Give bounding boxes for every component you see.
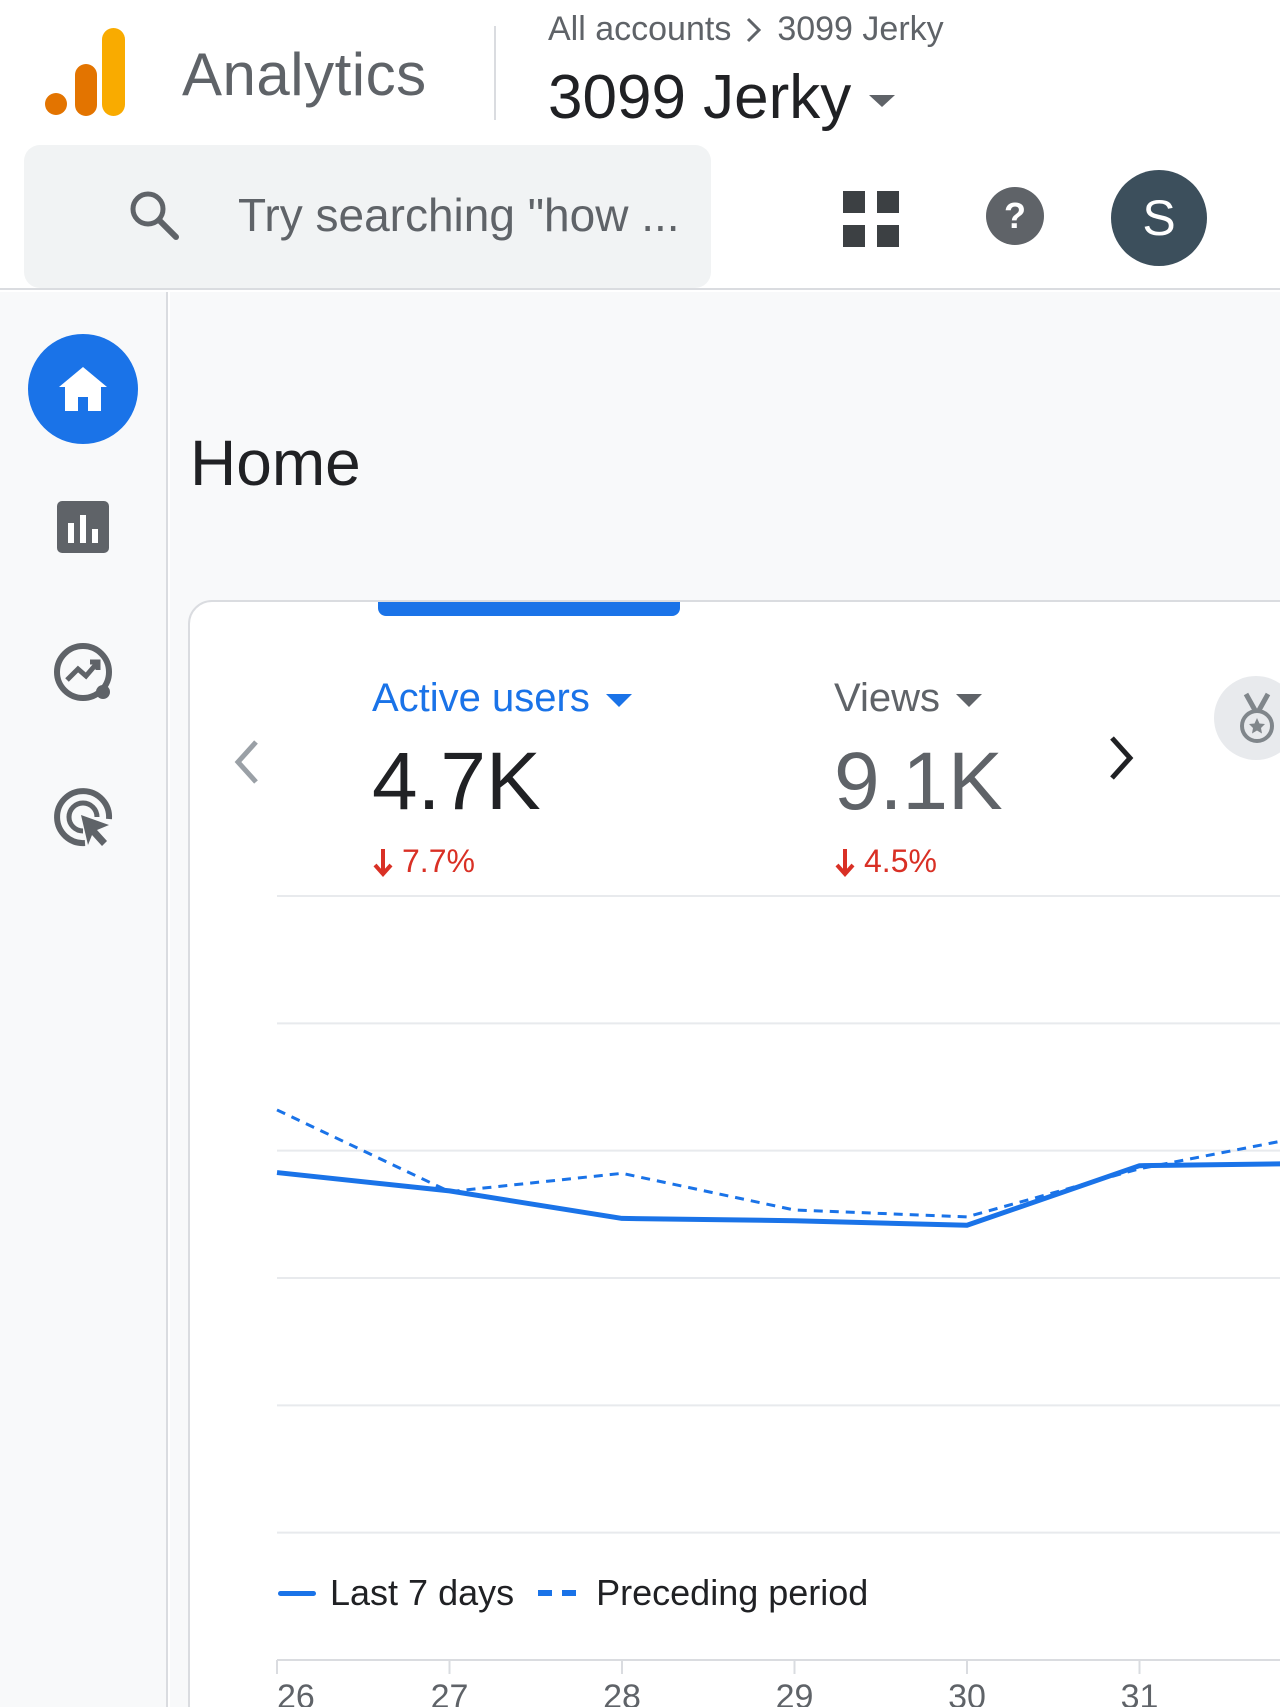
medal-icon xyxy=(1240,692,1274,743)
metric-label: Views xyxy=(834,676,1003,721)
metric-delta: 4.5% xyxy=(834,843,1003,880)
metric-value: 4.7K xyxy=(372,736,541,827)
x-tick-label: 28 xyxy=(603,1678,641,1707)
top-app-bar: Analytics All accounts 3099 Jerky 3099 J… xyxy=(0,0,1280,290)
search-bar[interactable] xyxy=(24,145,711,288)
caret-down-icon xyxy=(955,694,982,707)
metric-label-text: Active users xyxy=(372,676,590,720)
metric-delta: 7.7% xyxy=(372,843,632,880)
arrow-down-icon xyxy=(835,848,855,877)
metric-label: Active users xyxy=(372,676,632,721)
x-tick-label: 27 xyxy=(431,1678,469,1707)
apps-grid-icon[interactable] xyxy=(838,186,904,252)
metric-active-users[interactable]: Active users 4.7K 7.7% xyxy=(372,676,632,880)
caret-down-icon xyxy=(605,694,632,707)
series-line-preceding-period xyxy=(276,1108,1280,1219)
navigation-rail xyxy=(0,292,168,1707)
arrow-down-icon xyxy=(373,848,393,877)
explore-trend-icon xyxy=(54,643,112,701)
metric-delta-text: 4.5% xyxy=(864,843,937,879)
svg-text:?: ? xyxy=(1004,195,1026,236)
legend-current: Last 7 days xyxy=(330,1572,515,1613)
account-picker[interactable]: 3099 Jerky xyxy=(548,62,896,133)
search-icon xyxy=(130,191,179,240)
analytics-logo-icon xyxy=(45,28,125,116)
bar-chart-icon xyxy=(57,501,109,553)
x-tick-label: 26 xyxy=(277,1678,315,1707)
search-input[interactable] xyxy=(238,183,708,247)
metric-delta-text: 7.7% xyxy=(402,843,475,879)
nav-explore[interactable] xyxy=(28,617,138,727)
legend-dashed-swatch xyxy=(538,1590,579,1596)
help-icon[interactable]: ? xyxy=(985,186,1045,246)
header-divider xyxy=(494,26,496,120)
nav-home[interactable] xyxy=(28,334,138,444)
chevron-right-icon[interactable] xyxy=(1102,728,1142,788)
chart-legend: Last 7 days Preceding period xyxy=(278,1572,868,1614)
overview-card: 26Aug27282930311Se Active users 4.7K 7.7… xyxy=(188,600,1280,1707)
nav-reports[interactable] xyxy=(28,472,138,582)
metric-value: 9.1K xyxy=(834,736,1003,827)
page-title: Home xyxy=(190,427,361,499)
x-tick-label: 29 xyxy=(776,1678,814,1707)
metric-views[interactable]: Views 9.1K 4.5% xyxy=(834,676,1003,880)
breadcrumb-root[interactable]: All accounts xyxy=(548,10,731,49)
main-content: Home 26Aug27282930311Se Active users 4.7… xyxy=(170,292,1280,1707)
account-avatar[interactable]: S xyxy=(1111,170,1207,266)
x-tick-label: 31 xyxy=(1121,1678,1159,1707)
metric-label-text: Views xyxy=(834,676,940,720)
caret-down-icon xyxy=(869,94,896,107)
home-icon xyxy=(59,367,107,411)
legend-solid-swatch xyxy=(278,1590,316,1596)
nav-advertising[interactable] xyxy=(28,762,138,872)
breadcrumb-current[interactable]: 3099 Jerky xyxy=(777,10,943,49)
chevron-left-icon[interactable] xyxy=(226,732,266,792)
legend-previous: Preceding period xyxy=(596,1572,869,1613)
account-name: 3099 Jerky xyxy=(548,63,852,132)
breadcrumb: All accounts 3099 Jerky xyxy=(548,10,944,49)
target-cursor-icon xyxy=(54,788,113,847)
product-name: Analytics xyxy=(182,41,427,108)
x-tick-label: 30 xyxy=(948,1678,986,1707)
chevron-right-icon xyxy=(747,17,762,42)
